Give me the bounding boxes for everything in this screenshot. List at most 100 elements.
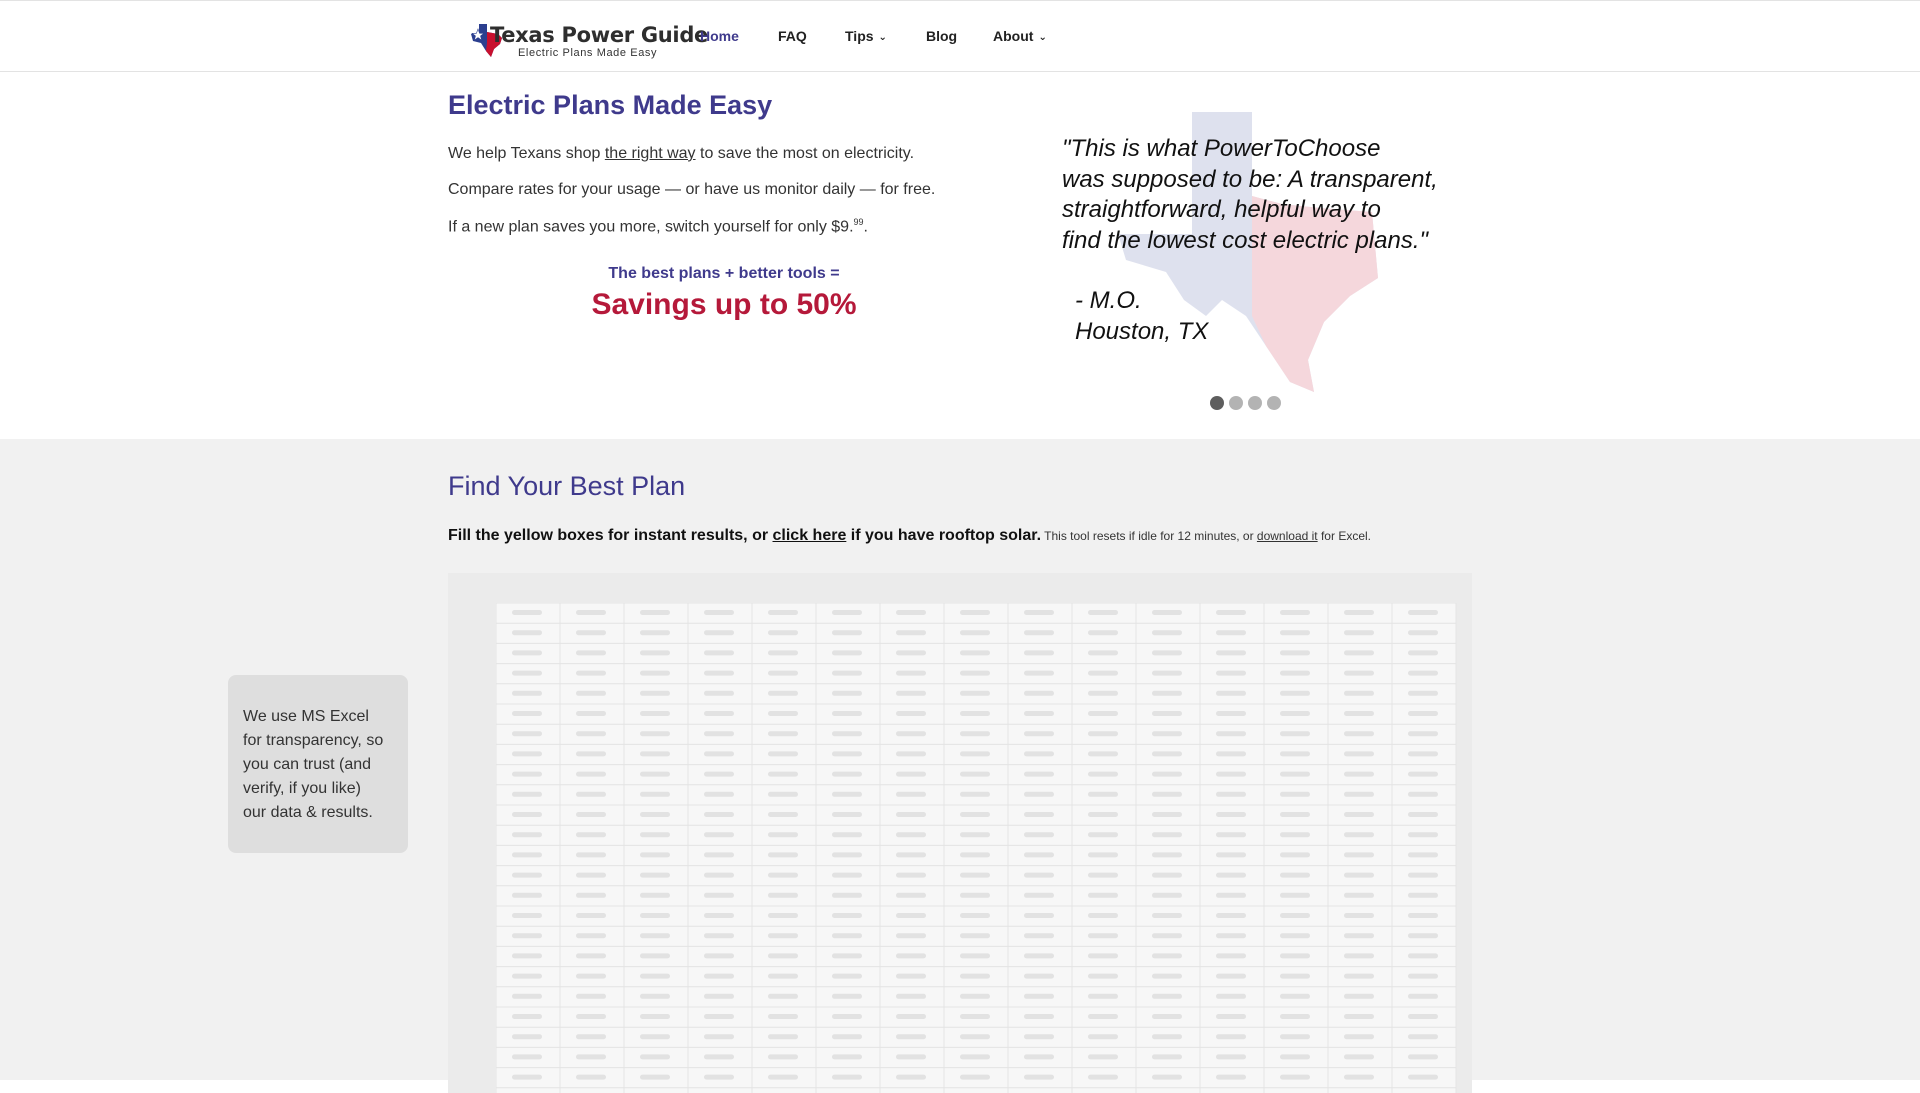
cell-placeholder xyxy=(640,1034,670,1040)
cell-placeholder xyxy=(832,731,862,737)
carousel-dot[interactable] xyxy=(1210,396,1224,410)
cell-placeholder xyxy=(1024,933,1054,939)
cell-placeholder xyxy=(640,1074,670,1080)
cell-placeholder xyxy=(576,973,606,979)
cell-placeholder xyxy=(640,670,670,676)
cell-placeholder xyxy=(704,1074,734,1080)
cell-placeholder xyxy=(1280,670,1310,676)
right-way-link[interactable]: the right way xyxy=(605,145,696,162)
carousel-dot[interactable] xyxy=(1267,396,1281,410)
cell-placeholder xyxy=(1088,973,1118,979)
cell-placeholder xyxy=(960,933,990,939)
cell-placeholder xyxy=(1408,892,1438,898)
cell-placeholder xyxy=(960,832,990,838)
testimonial-author-block: - M.O. Houston, TX xyxy=(1075,286,1208,347)
cell-placeholder xyxy=(576,610,606,615)
cell-placeholder xyxy=(1152,690,1182,696)
cell-placeholder xyxy=(640,650,670,656)
cell-placeholder xyxy=(832,610,862,615)
cell-placeholder xyxy=(768,933,798,939)
cell-placeholder xyxy=(640,892,670,898)
cell-placeholder xyxy=(512,812,542,817)
cell-placeholder xyxy=(896,630,926,636)
cell-placeholder xyxy=(1216,953,1246,959)
nav-home[interactable]: Home xyxy=(700,28,739,44)
cell-placeholder xyxy=(1024,711,1054,716)
cell-placeholder xyxy=(704,751,734,757)
nav-blog[interactable]: Blog xyxy=(926,28,957,44)
cell-placeholder xyxy=(1344,832,1374,838)
cell-placeholder xyxy=(1408,993,1438,999)
cell-placeholder xyxy=(576,1034,606,1040)
excel-embed[interactable] xyxy=(448,573,1472,1093)
cell-placeholder xyxy=(768,610,798,615)
cell-placeholder xyxy=(512,953,542,959)
cell-placeholder xyxy=(1216,731,1246,737)
carousel-dot[interactable] xyxy=(1229,396,1243,410)
cell-placeholder xyxy=(832,953,862,959)
cell-placeholder xyxy=(704,973,734,979)
quote-line: "This is what PowerToChoose xyxy=(1062,135,1381,162)
spreadsheet-loading-grid xyxy=(496,603,1457,1093)
cell-placeholder xyxy=(1280,650,1310,656)
cell-placeholder xyxy=(1216,933,1246,939)
cell-placeholder xyxy=(1088,650,1118,656)
cell-placeholder xyxy=(896,731,926,737)
cell-placeholder xyxy=(1152,711,1182,716)
cell-placeholder xyxy=(1024,993,1054,999)
nav-about-label: About xyxy=(993,28,1034,44)
cell-placeholder xyxy=(1088,670,1118,676)
logo-tagline: Electric Plans Made Easy xyxy=(518,47,658,59)
plan-intro-note-before: This tool resets if idle for 12 minutes,… xyxy=(1041,529,1257,543)
cell-placeholder xyxy=(896,832,926,838)
cell-placeholder xyxy=(512,852,542,858)
nav-tips[interactable]: Tips ⌄ xyxy=(845,28,887,44)
cell-placeholder xyxy=(1408,650,1438,656)
cell-placeholder xyxy=(512,913,542,918)
cell-placeholder xyxy=(768,791,798,797)
cell-placeholder xyxy=(576,892,606,898)
solar-click-here-link[interactable]: click here xyxy=(773,527,847,544)
cell-placeholder xyxy=(640,812,670,817)
cell-placeholder xyxy=(832,791,862,797)
cell-placeholder xyxy=(1408,791,1438,797)
cell-placeholder xyxy=(704,812,734,817)
nav-about[interactable]: About ⌄ xyxy=(993,28,1047,44)
cell-placeholder xyxy=(896,791,926,797)
cell-placeholder xyxy=(1152,913,1182,918)
cell-placeholder xyxy=(1216,1054,1246,1060)
cell-placeholder xyxy=(1152,1034,1182,1040)
logo-title: Texas Power Guide xyxy=(490,23,708,47)
side-note-line: you can trust (and xyxy=(243,756,372,773)
cell-placeholder xyxy=(1280,892,1310,898)
cell-placeholder xyxy=(1408,610,1438,615)
cell-placeholder xyxy=(832,1054,862,1060)
cell-placeholder xyxy=(1408,1014,1438,1019)
cell-placeholder xyxy=(1280,953,1310,959)
cell-placeholder xyxy=(896,872,926,878)
cell-placeholder xyxy=(896,892,926,898)
sheet-background xyxy=(496,603,1456,1093)
cell-placeholder xyxy=(1408,630,1438,636)
cell-placeholder xyxy=(704,670,734,676)
cell-placeholder xyxy=(1088,630,1118,636)
cell-placeholder xyxy=(768,892,798,898)
cell-placeholder xyxy=(896,690,926,696)
cell-placeholder xyxy=(576,852,606,858)
cell-placeholder xyxy=(1280,610,1310,615)
plan-intro-instructions: Fill the yellow boxes for instant result… xyxy=(448,527,1041,544)
testimonial-location: Houston, TX xyxy=(1075,317,1209,345)
side-note-line: for transparency, so xyxy=(243,732,384,749)
nav-faq[interactable]: FAQ xyxy=(778,28,807,44)
cell-placeholder xyxy=(640,610,670,615)
cell-placeholder xyxy=(1024,852,1054,858)
cell-placeholder xyxy=(640,933,670,939)
carousel-dot[interactable] xyxy=(1248,396,1262,410)
cell-placeholder xyxy=(1216,610,1246,615)
cell-placeholder xyxy=(704,711,734,716)
cell-placeholder xyxy=(832,913,862,918)
price-cents: 99 xyxy=(853,217,864,227)
site-logo[interactable]: Texas Power Guide Electric Plans Made Ea… xyxy=(470,23,708,61)
cell-placeholder xyxy=(1088,771,1118,777)
download-excel-link[interactable]: download it xyxy=(1257,529,1318,543)
